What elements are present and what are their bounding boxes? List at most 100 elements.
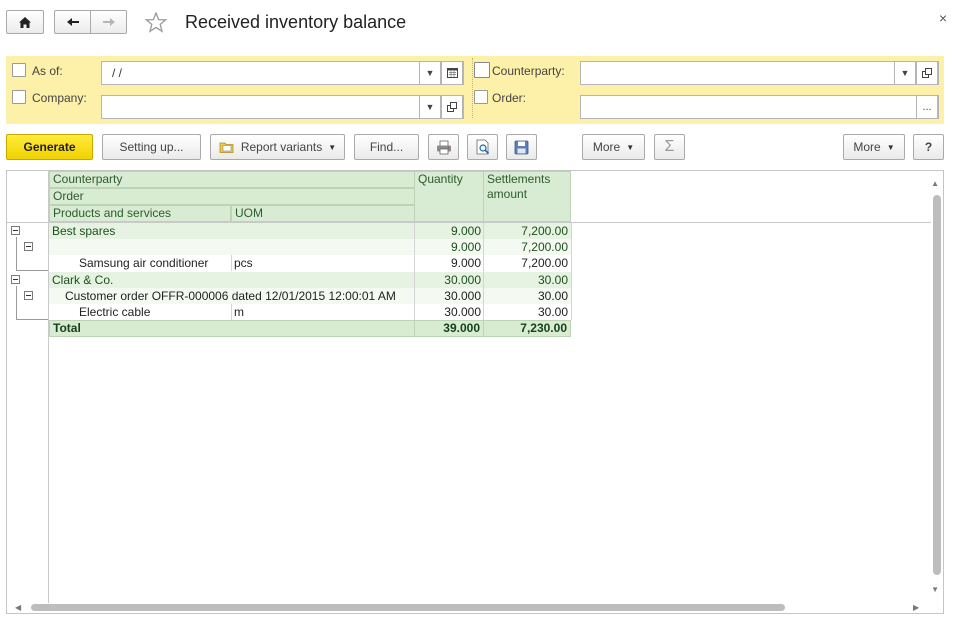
header-settlements-line2: amount xyxy=(487,187,528,201)
row-amount: 30.00 xyxy=(537,305,568,319)
column-divider xyxy=(483,223,484,320)
company-label: Company: xyxy=(32,91,87,105)
folder-icon xyxy=(219,142,234,153)
row-name: Best spares xyxy=(49,223,415,239)
find-button[interactable]: Find... xyxy=(354,134,419,160)
vertical-scrollbar-thumb[interactable] xyxy=(933,195,941,575)
row-quantity: 30.000 xyxy=(414,272,484,288)
header-settlements-line1: Settlements xyxy=(487,172,551,186)
report-variants-button[interactable]: Report variants ▼ xyxy=(210,134,345,160)
scroll-down-arrow[interactable]: ▼ xyxy=(931,585,939,594)
row-name: Samsung air conditioner xyxy=(79,256,209,270)
report-variants-label: Report variants xyxy=(240,140,323,154)
chevron-down-icon: ▼ xyxy=(886,142,895,152)
row-amount: 7,200.00 xyxy=(483,223,571,239)
sum-button[interactable]: Σ xyxy=(654,134,685,160)
printer-icon xyxy=(436,140,451,154)
favorite-star-button[interactable] xyxy=(144,11,168,36)
calendar-icon xyxy=(446,68,458,78)
total-label: Total xyxy=(49,320,415,337)
chevron-down-icon: ▼ xyxy=(328,142,337,152)
row-name: Clark & Co. xyxy=(49,272,415,288)
setting-up-button[interactable]: Setting up... xyxy=(102,134,201,160)
row-quantity: 30.000 xyxy=(444,305,481,319)
generate-button[interactable]: Generate xyxy=(6,134,93,160)
preview-button[interactable] xyxy=(467,134,498,160)
tree-line xyxy=(16,270,48,271)
company-checkbox[interactable] xyxy=(12,90,26,104)
column-divider xyxy=(414,223,415,320)
company-dropdown-button[interactable]: ▼ xyxy=(419,95,441,119)
company-open-button[interactable] xyxy=(441,95,463,119)
counterparty-label: Counterparty: xyxy=(492,64,565,78)
collapse-toggle-clark[interactable] xyxy=(11,275,20,284)
header-settlements: Settlements amount xyxy=(483,171,571,222)
open-form-icon xyxy=(922,68,932,78)
header-uom: UOM xyxy=(231,205,415,222)
scroll-right-arrow[interactable]: ▶ xyxy=(913,603,919,612)
as-of-label: As of: xyxy=(32,64,63,78)
row-quantity: 30.000 xyxy=(414,288,484,304)
order-checkbox[interactable] xyxy=(474,90,488,104)
page-title: Received inventory balance xyxy=(185,12,407,32)
counterparty-checkbox[interactable] xyxy=(474,62,490,78)
header-counterparty: Counterparty xyxy=(49,171,415,188)
row-quantity: 9.000 xyxy=(450,256,481,270)
as-of-value: / / xyxy=(112,66,123,80)
more-menu-button-right[interactable]: More ▼ xyxy=(843,134,905,160)
arrow-right-icon xyxy=(102,18,115,26)
back-button[interactable] xyxy=(54,10,91,34)
total-quantity: 39.000 xyxy=(414,320,484,337)
row-quantity: 9.000 xyxy=(414,223,484,239)
scroll-left-arrow[interactable]: ◀ xyxy=(15,603,21,612)
row-amount: 30.00 xyxy=(483,272,571,288)
tree-line xyxy=(16,319,48,320)
counterparty-open-button[interactable] xyxy=(916,61,938,85)
home-icon xyxy=(19,16,31,28)
counterparty-dropdown-button[interactable]: ▼ xyxy=(894,61,916,85)
report-spreadsheet[interactable]: Counterparty Order Products and services… xyxy=(6,170,944,614)
save-button[interactable] xyxy=(506,134,537,160)
horizontal-scrollbar-thumb[interactable] xyxy=(31,604,785,611)
row-name: Customer order OFFR-000006 dated 12/01/2… xyxy=(49,288,415,304)
more-label-left: More xyxy=(592,140,621,154)
header-order: Order xyxy=(49,188,415,205)
as-of-field[interactable]: / / ▼ xyxy=(101,61,464,85)
chevron-down-icon: ▼ xyxy=(626,142,635,152)
forward-button[interactable] xyxy=(90,10,127,34)
arrow-left-icon xyxy=(67,18,79,26)
collapse-toggle-best-spares[interactable] xyxy=(11,226,20,235)
column-divider xyxy=(571,223,572,320)
as-of-checkbox[interactable] xyxy=(12,63,26,77)
as-of-calendar-button[interactable] xyxy=(441,61,463,85)
as-of-dropdown-button[interactable]: ▼ xyxy=(419,61,441,85)
more-menu-button-left[interactable]: More ▼ xyxy=(582,134,645,160)
row-uom: pcs xyxy=(234,256,253,270)
row-amount: 30.00 xyxy=(483,288,571,304)
close-button[interactable]: × xyxy=(939,10,947,26)
company-field[interactable]: ▼ xyxy=(101,95,464,119)
print-preview-icon xyxy=(476,139,489,155)
column-divider xyxy=(231,255,232,271)
row-amount: 7,200.00 xyxy=(483,239,571,255)
help-button[interactable]: ? xyxy=(913,134,944,160)
header-quantity: Quantity xyxy=(414,171,484,222)
row-name: Electric cable xyxy=(79,305,151,319)
collapse-toggle-order-1[interactable] xyxy=(24,242,33,251)
row-amount: 7,200.00 xyxy=(521,256,568,270)
order-choose-button[interactable]: ... xyxy=(916,95,938,119)
more-label-right: More xyxy=(853,140,881,154)
scroll-up-arrow[interactable]: ▲ xyxy=(931,179,939,188)
counterparty-field[interactable]: ▼ xyxy=(580,61,939,85)
collapse-toggle-order-2[interactable] xyxy=(24,291,33,300)
open-form-icon xyxy=(447,102,457,112)
order-field[interactable]: ... xyxy=(580,95,939,119)
star-icon xyxy=(144,11,168,33)
filter-panel: As of: / / ▼ Company: ▼ Counterparty: ▼ xyxy=(6,56,944,124)
home-button[interactable] xyxy=(6,10,44,34)
tree-line xyxy=(16,286,17,320)
column-divider xyxy=(231,304,232,320)
order-label: Order: xyxy=(492,91,527,105)
row-name xyxy=(49,239,415,255)
print-button[interactable] xyxy=(428,134,459,160)
